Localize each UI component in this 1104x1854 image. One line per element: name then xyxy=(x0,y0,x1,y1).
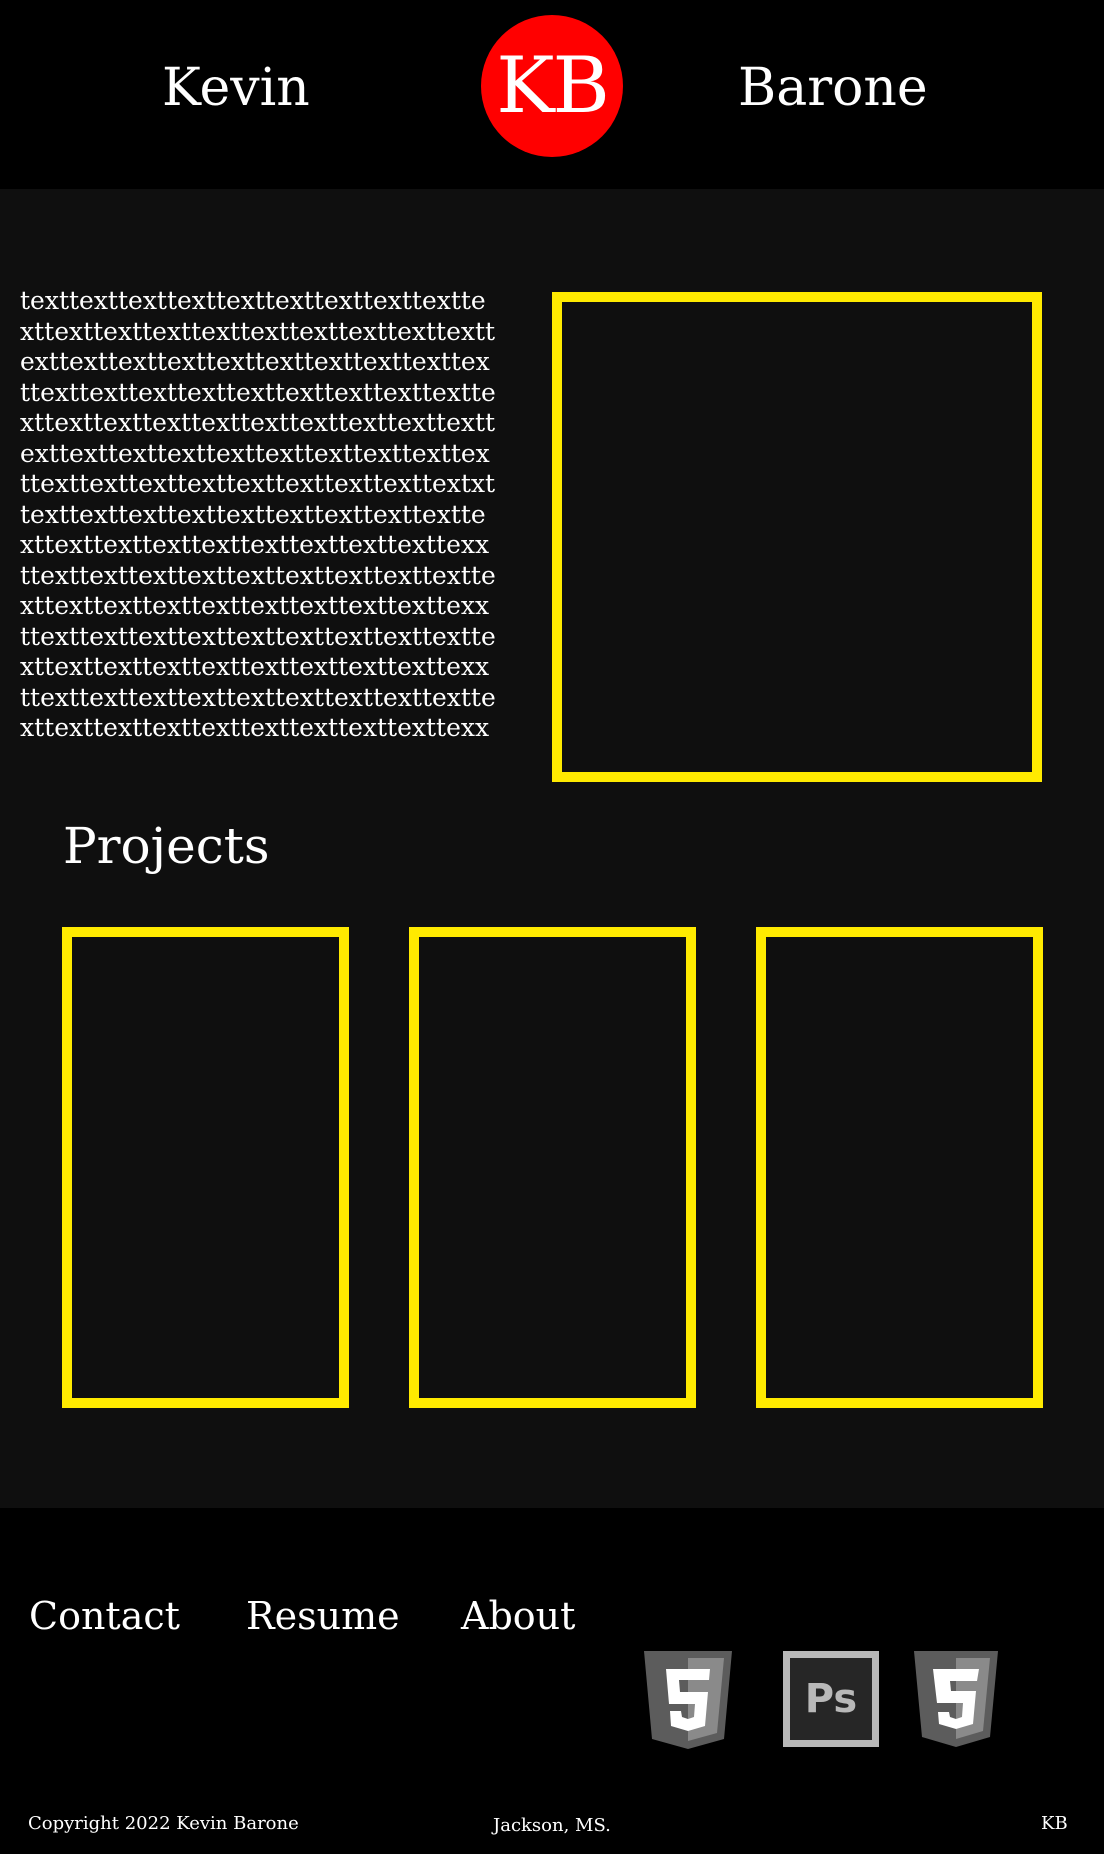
footer-link-resume[interactable]: Resume xyxy=(246,1591,400,1641)
footer-link-about[interactable]: About xyxy=(461,1591,575,1641)
intro-line: texttexttexttexttexttexttexttexttextte xyxy=(20,499,486,529)
intro-line: ttexttexttexttexttexttexttexttexttextte xyxy=(20,377,496,407)
intro-line: xttexttexttexttexttexttexttexttexttexx xyxy=(20,591,490,620)
projects-heading: Projects xyxy=(63,817,270,875)
intro-line: ttexttexttexttexttexttexttexttexttextxt xyxy=(20,469,496,498)
intro-paragraph: texttexttexttexttexttexttexttexttextte x… xyxy=(20,286,520,744)
site-footer: Contact Resume About Ps Copyright 2022 K… xyxy=(0,1508,1104,1854)
kb-logo[interactable]: KB xyxy=(481,15,623,157)
project-card-1[interactable] xyxy=(62,927,349,1408)
intro-line: ttexttexttexttexttexttexttexttexttextte xyxy=(20,560,496,590)
footer-initials: KB xyxy=(1041,1813,1068,1834)
intro-line: xttexttexttexttexttexttexttexttexttexx xyxy=(20,530,490,559)
intro-line: ttexttexttexttexttexttexttexttexttextte xyxy=(20,682,496,712)
intro-line: exttexttexttexttexttexttexttexttexttex xyxy=(20,438,490,468)
project-card-3[interactable] xyxy=(756,927,1043,1408)
header-last-name: Barone xyxy=(738,58,928,118)
intro-line: xttexttexttexttexttexttexttexttexttextt xyxy=(20,408,496,437)
intro-line: texttexttexttexttexttexttexttexttextte xyxy=(20,286,486,315)
photoshop-label: Ps xyxy=(805,1676,857,1722)
css3-icon xyxy=(914,1651,998,1747)
intro-line: xttexttexttexttexttexttexttexttexttextt xyxy=(20,316,496,346)
photoshop-icon: Ps xyxy=(783,1651,879,1747)
copyright-text: Copyright 2022 Kevin Barone xyxy=(28,1813,299,1834)
project-card-2[interactable] xyxy=(409,927,696,1408)
location-text: Jackson, MS. xyxy=(493,1815,611,1836)
header-first-name: Kevin xyxy=(162,58,310,118)
html5-icon xyxy=(644,1651,732,1749)
intro-line: exttexttexttexttexttexttexttexttexttex xyxy=(20,347,490,376)
intro-line: xttexttexttexttexttexttexttexttexttexx xyxy=(20,713,490,742)
intro-image-frame xyxy=(552,292,1042,782)
intro-line: ttexttexttexttexttexttexttexttexttextte xyxy=(20,621,496,651)
logo-initials: KB xyxy=(496,41,610,131)
site-header: Kevin KB Barone xyxy=(0,0,1104,189)
intro-line: xttexttexttexttexttexttexttexttexttexx xyxy=(20,652,490,681)
footer-link-contact[interactable]: Contact xyxy=(29,1591,180,1641)
